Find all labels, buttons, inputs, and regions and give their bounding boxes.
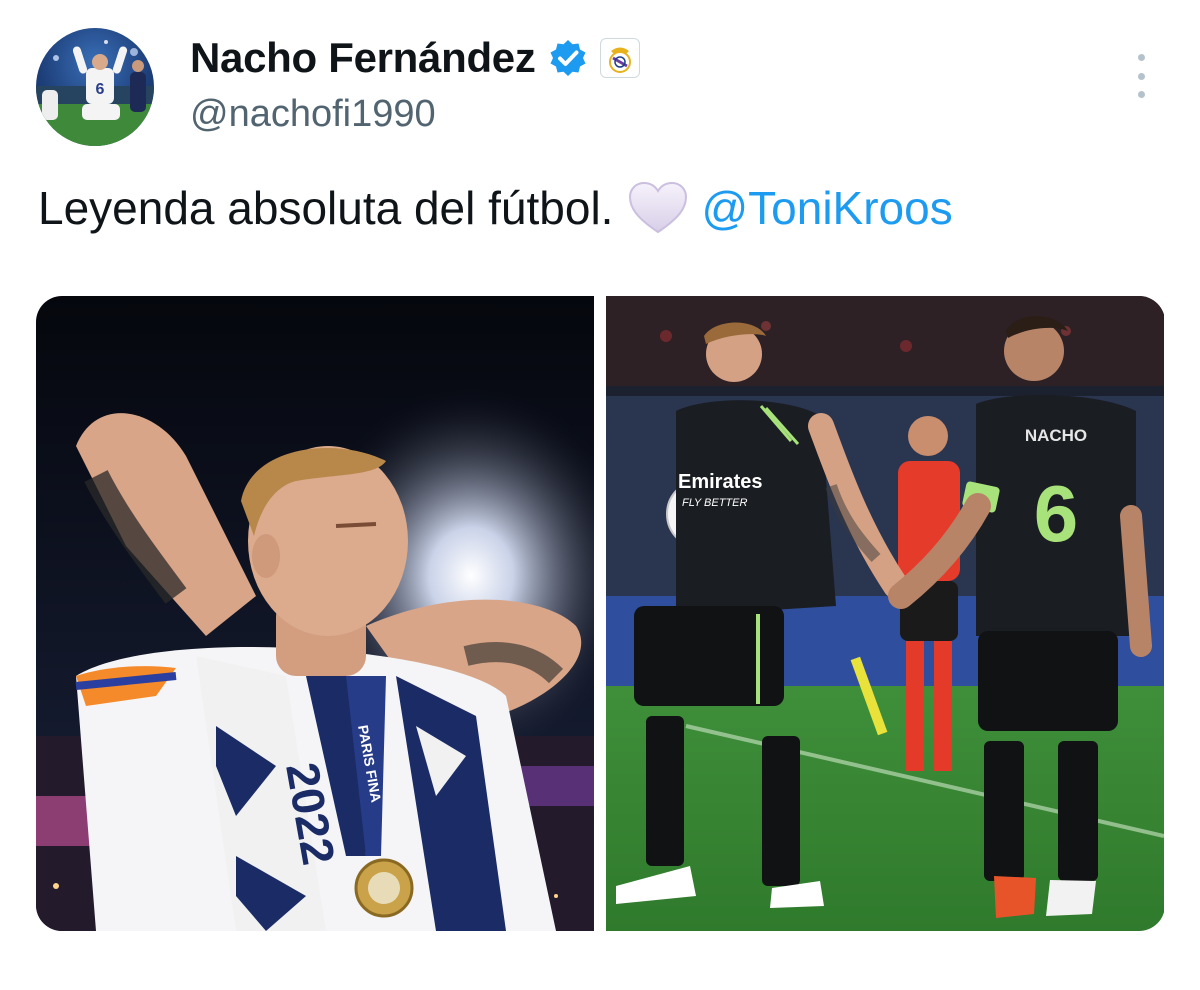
author-avatar[interactable]: 6: [36, 28, 154, 146]
more-dot: [1137, 54, 1145, 61]
avatar-jersey-number: 6: [96, 81, 105, 98]
author-handle[interactable]: @nachofi1990: [190, 92, 436, 136]
mention-link[interactable]: @ToniKroos: [701, 180, 952, 236]
avatar-image: 6: [36, 40, 154, 146]
media-grid: 2022 PARIS FINA Emirates FLY BETTER NACH…: [36, 296, 1165, 931]
more-options-icon[interactable]: [1126, 54, 1156, 98]
jersey-number-text: 6: [1034, 469, 1079, 558]
sponsor-text: Emirates: [678, 471, 763, 493]
real-madrid-crest-icon[interactable]: [599, 38, 640, 78]
photo-kroos-nacho-match[interactable]: Emirates FLY BETTER NACHO 6: [606, 296, 1164, 931]
author-name-row: Nacho Fernández: [190, 34, 640, 82]
player-name-text: NACHO: [1025, 426, 1087, 445]
tweet-body: Leyenda absoluta del fútbol.: [38, 182, 614, 234]
tweet-text: Leyenda absoluta del fútbol. @ToniKroos: [38, 180, 1170, 236]
sponsor-subtext: FLY BETTER: [682, 497, 747, 509]
verified-check-icon: [548, 38, 588, 78]
more-dot: [1137, 91, 1145, 98]
white-heart-icon: [627, 180, 689, 236]
author-display-name[interactable]: Nacho Fernández: [190, 34, 536, 82]
photo-kroos-celebration[interactable]: 2022 PARIS FINA: [36, 296, 594, 931]
more-dot: [1137, 72, 1145, 80]
